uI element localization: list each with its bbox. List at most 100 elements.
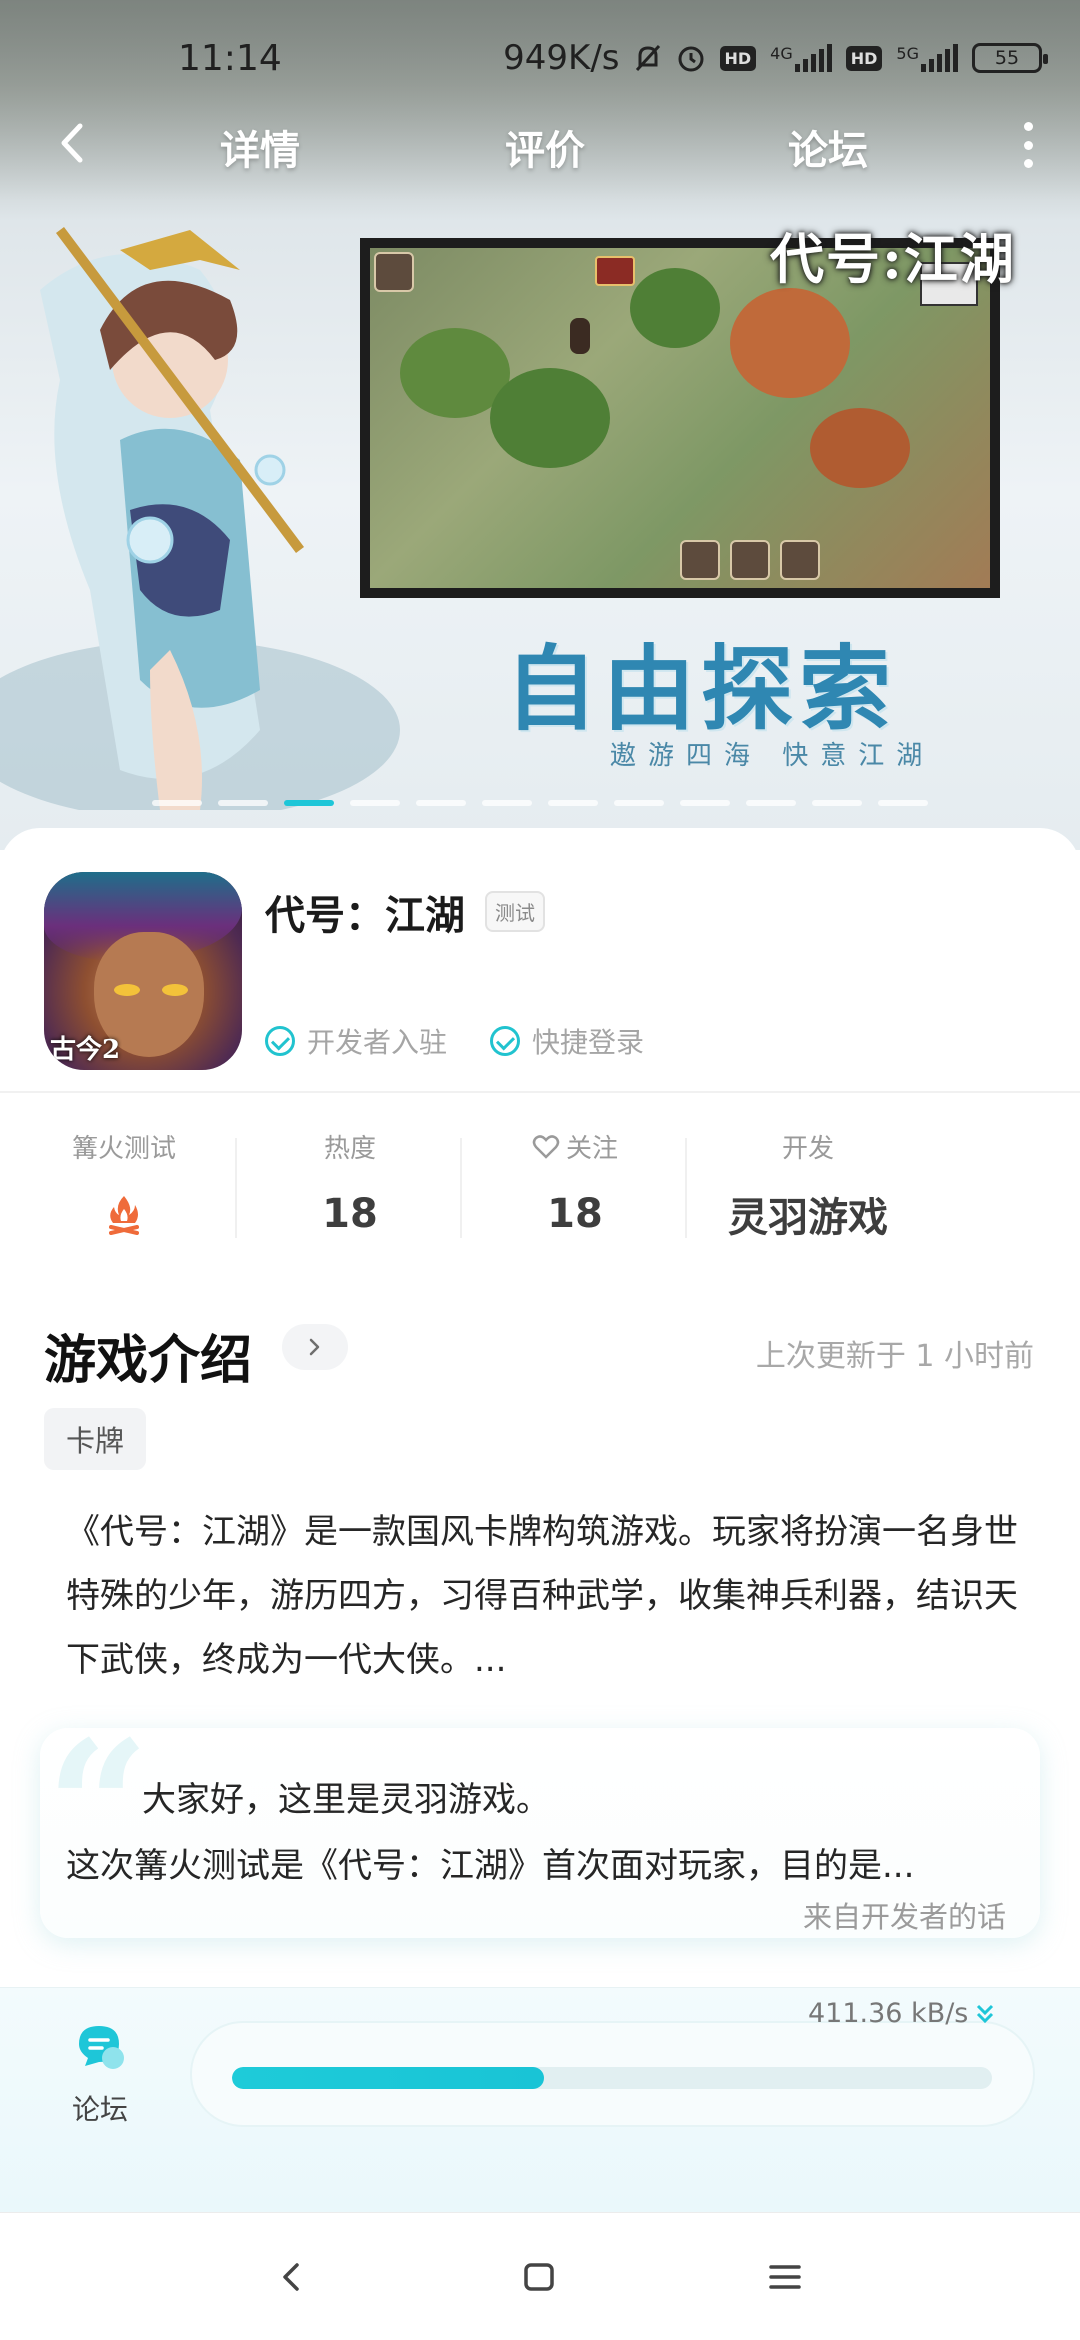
note-source: 来自开发者的话 (802, 1900, 1006, 1934)
stat-bonfire-test[interactable]: 篝火测试 (4, 1128, 244, 1239)
player-sprite (570, 318, 590, 354)
icon-badge: 古今2 (50, 1035, 121, 1065)
download-bar: 论坛 411.36 kB/s (0, 1987, 1080, 2212)
hud-loot-icon (780, 540, 820, 580)
section-title: 游戏介绍 (44, 1331, 253, 1391)
stat-label: 篝火测试 (71, 1134, 176, 1164)
more-menu-icon[interactable] (1016, 122, 1040, 168)
network-type-5g: 5G (896, 44, 919, 63)
carousel-dot[interactable] (284, 800, 334, 806)
ss-tree (730, 288, 850, 398)
stat-developer[interactable]: 开发 灵羽游戏 (688, 1128, 928, 1241)
carousel-dot[interactable] (218, 800, 268, 806)
network-type-4g: 4G (770, 44, 793, 63)
intro-expand-button[interactable] (282, 1324, 348, 1370)
mute-bell-icon (635, 44, 660, 72)
note-line-2: 这次篝火测试是《代号：江湖》首次面对玩家，目的是... (66, 1846, 915, 1886)
forum-label: 论坛 (71, 2093, 128, 2126)
treasure-chest-icon (595, 256, 635, 286)
progress-track (232, 2067, 992, 2089)
tab-forum[interactable]: 论坛 (788, 118, 868, 176)
ss-tree (490, 368, 610, 468)
heart-icon (532, 1134, 560, 1159)
hud-quest-icon (680, 540, 720, 580)
banner-game-logo: 代号:江湖 (770, 227, 1016, 291)
feature-label: 开发者入驻 (307, 1026, 448, 1059)
download-speed: 411.36 kB/s (808, 1998, 994, 2029)
stat-value (4, 1189, 244, 1239)
feature-label: 快捷登录 (532, 1026, 645, 1059)
carousel-indicator[interactable] (152, 800, 928, 806)
carousel-dot[interactable] (746, 800, 796, 806)
download-arrow-icon (977, 2004, 994, 2023)
ss-tree (630, 268, 720, 348)
bonfire-icon (109, 1196, 139, 1235)
note-line-1: 大家好，这里是灵羽游戏。 (142, 1780, 550, 1820)
carousel-dot[interactable] (482, 800, 532, 806)
icon-eye (114, 984, 140, 996)
stat-separator (685, 1138, 687, 1238)
download-button[interactable] (190, 2021, 1035, 2127)
check-circle-icon (490, 1026, 520, 1056)
status-time: 11:14 (178, 38, 282, 79)
stat-label: 热度 (323, 1134, 376, 1164)
hd-badge-2: HD (845, 45, 883, 71)
developer-note[interactable]: “ 大家好，这里是灵羽游戏。 这次篝火测试是《代号：江湖》首次面对玩家，目的是.… (40, 1718, 1040, 1938)
carousel-dot[interactable] (614, 800, 664, 806)
system-nav-bar (0, 2212, 1080, 2340)
hd-badge: HD (719, 45, 757, 71)
carousel-dot[interactable] (350, 800, 400, 806)
app-icon[interactable]: 古今2 (44, 872, 242, 1070)
carousel-dot[interactable] (152, 800, 202, 806)
signal-4g: 4G (770, 44, 832, 72)
app-title: 代号：江湖 (265, 893, 465, 939)
top-nav: 详情 评价 论坛 (0, 110, 1080, 180)
hero-banner[interactable]: 代号:江湖 自由探索 遨游四海 快意江湖 11:14 949K/s HD 4G … (0, 0, 1080, 850)
feature-developer-joined: 开发者入驻 (265, 1021, 447, 1061)
battery-icon: 55 (972, 43, 1048, 73)
tab-reviews[interactable]: 评价 (505, 118, 585, 176)
network-speed: 949K/s (503, 38, 620, 78)
status-bar: 11:14 949K/s HD 4G HD 5G 55 (0, 0, 1080, 120)
signal-5g: 5G (896, 44, 958, 72)
status-icons: 949K/s HD 4G HD 5G 55 (503, 38, 1048, 78)
test-tag: 测试 (485, 891, 545, 932)
back-arrow-icon[interactable] (50, 118, 100, 168)
system-menu-icon[interactable] (765, 2257, 805, 2297)
signal-bars-icon (921, 44, 958, 72)
feature-quick-login: 快捷登录 (490, 1021, 644, 1061)
progress-fill (232, 2067, 544, 2089)
system-back-icon[interactable] (272, 2257, 312, 2297)
banner-slogan: 自由探索 (505, 635, 898, 743)
last-updated: 上次更新于 1 小时前 (755, 1339, 1034, 1374)
forum-button[interactable]: 论坛 (50, 2020, 150, 2128)
tab-details[interactable]: 详情 (220, 118, 300, 176)
carousel-dot[interactable] (548, 800, 598, 806)
speed-value: 411.36 kB/s (808, 1998, 969, 2029)
chat-bubble-icon (79, 2026, 124, 2069)
carousel-dot[interactable] (680, 800, 730, 806)
game-description[interactable]: 《代号：江湖》是一款国风卡牌构筑游戏。玩家将扮演一名身世特殊的少年，游历四方，习… (66, 1500, 1026, 1692)
carousel-dot[interactable] (416, 800, 466, 806)
stat-value: 18 (322, 1191, 378, 1237)
carousel-dot[interactable] (878, 800, 928, 806)
chevron-right-icon (309, 1338, 320, 1356)
divider (0, 1091, 1080, 1093)
stat-value: 灵羽游戏 (728, 1195, 888, 1241)
stat-popularity: 热度 18 (230, 1128, 470, 1239)
system-home-icon[interactable] (519, 2257, 559, 2297)
hud-deck-icon (730, 540, 770, 580)
check-circle-icon (265, 1026, 295, 1056)
alarm-icon (678, 46, 703, 72)
follow-label: 关注 (565, 1134, 618, 1164)
signal-bars-icon (794, 44, 832, 72)
stat-value: 18 (547, 1191, 603, 1237)
icon-eye (162, 984, 188, 996)
stat-label: 开发 (781, 1134, 834, 1164)
carousel-dot[interactable] (812, 800, 862, 806)
stat-label: 关注 (455, 1128, 695, 1165)
hud-avatar-icon (374, 252, 414, 292)
genre-tag[interactable]: 卡牌 (44, 1408, 147, 1470)
ss-tree (810, 408, 910, 488)
stat-follow[interactable]: 关注 18 (455, 1128, 695, 1239)
